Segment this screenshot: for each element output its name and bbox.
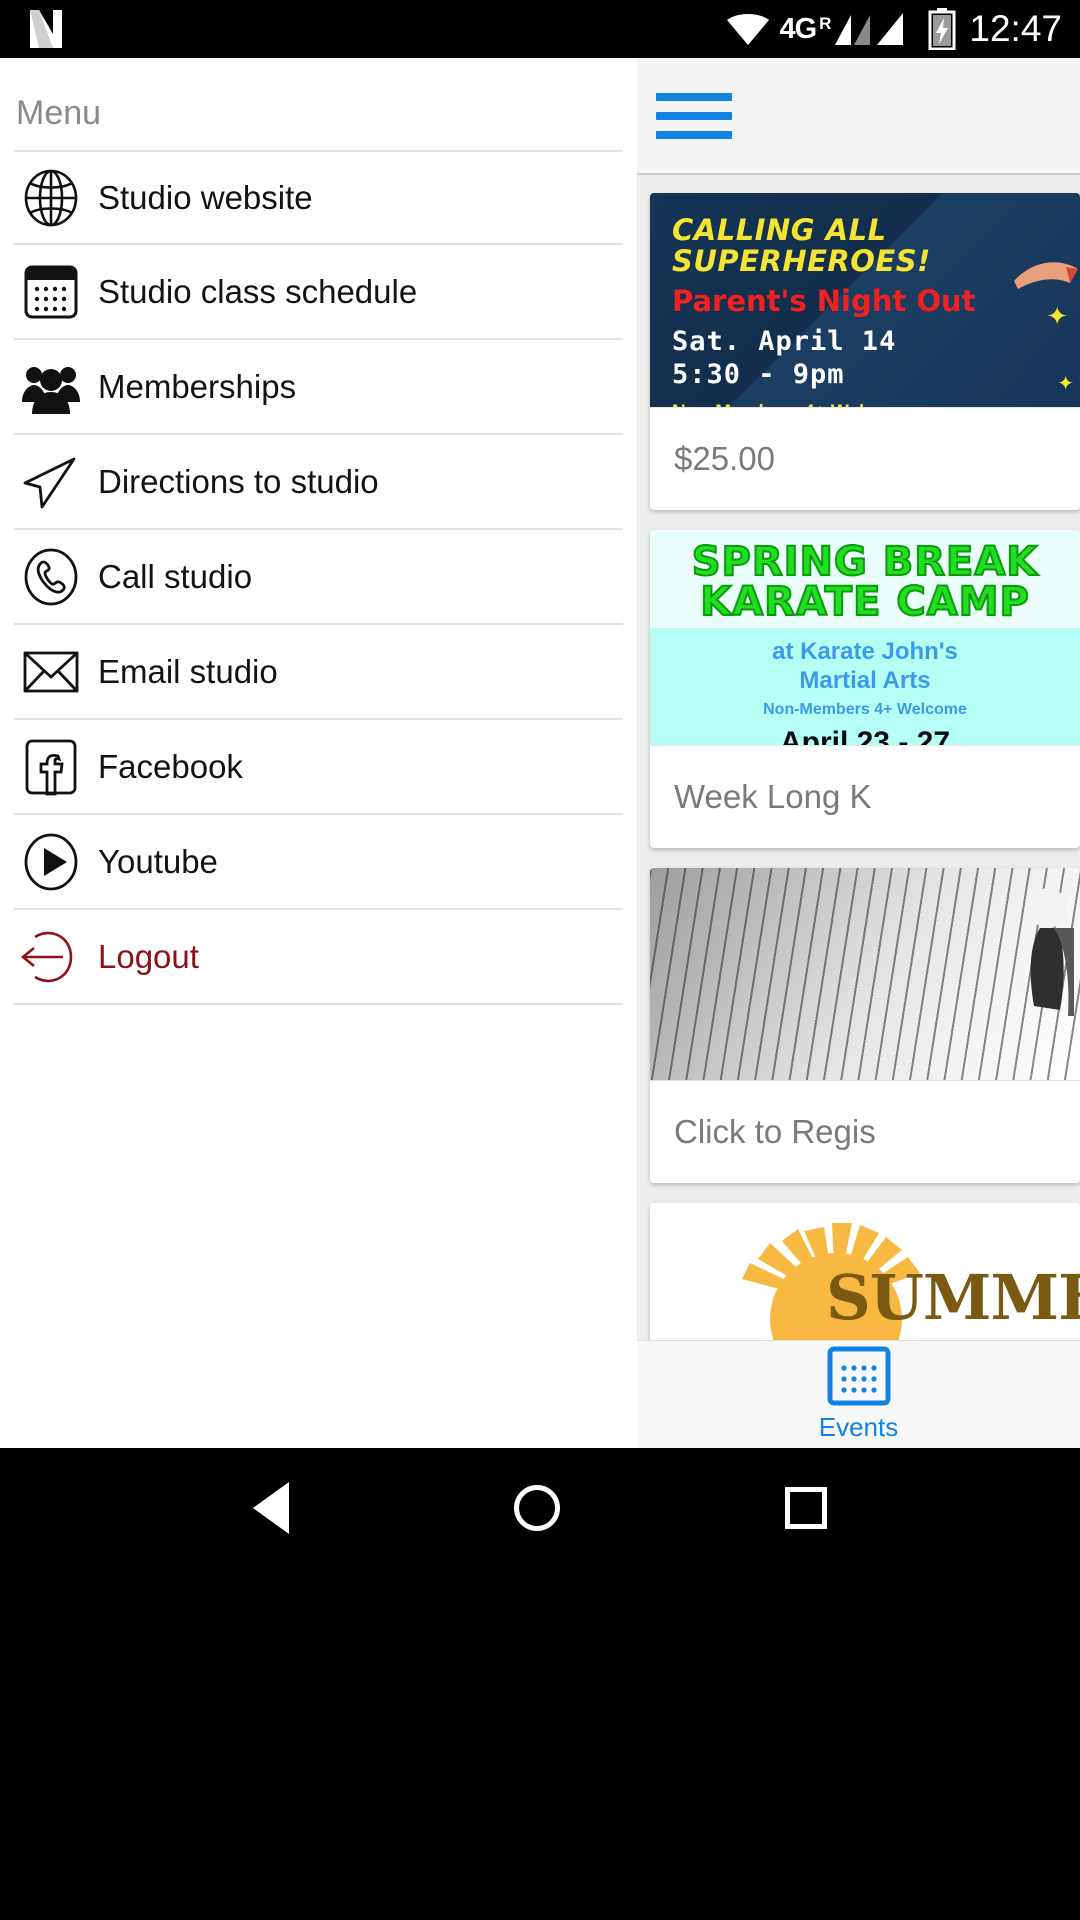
poster-time: 5:30 - 9pm — [672, 358, 845, 390]
navigation-arrow-icon — [14, 453, 88, 511]
event-card-caption: $25.00 — [650, 407, 1080, 510]
drawer-title: Menu — [16, 94, 102, 132]
poster-venue-line1: at Karate John's — [772, 638, 958, 665]
signal-bars-icon — [833, 11, 873, 47]
event-card-list: CALLING ALL SUPERHEROES! Parent's Night … — [637, 175, 1080, 1403]
logout-arrow-icon — [14, 929, 88, 985]
poster-title-line2: KARATE CAMP — [699, 579, 1030, 625]
event-poster — [650, 868, 1080, 1080]
event-card-caption: Week Long K — [650, 745, 1080, 848]
event-card[interactable]: SPRING BREAK KARATE CAMP at Karate John'… — [650, 530, 1080, 848]
events-panel: CALLING ALL SUPERHEROES! Parent's Night … — [637, 58, 1080, 1448]
poster-details-block: at Karate John's Martial Arts Non-Member… — [650, 628, 1080, 745]
event-card[interactable]: CALLING ALL SUPERHEROES! Parent's Night … — [650, 193, 1080, 510]
poster-venue-line2: Martial Arts — [799, 666, 931, 694]
facebook-icon — [14, 738, 88, 796]
sidebar-item-label: Studio website — [98, 178, 313, 216]
play-circle-icon — [14, 833, 88, 891]
event-poster: SPRING BREAK KARATE CAMP at Karate John'… — [650, 530, 1080, 745]
netflix-n-icon — [26, 8, 66, 50]
poster-date: Sat. April 14 — [672, 325, 897, 357]
globe-icon — [14, 169, 88, 227]
poster-note: Non-Members 4+ Welcome — [763, 700, 967, 718]
sidebar-item-label: Studio class schedule — [98, 272, 418, 310]
hamburger-menu-icon[interactable] — [656, 82, 732, 150]
calendar-icon — [827, 1346, 891, 1406]
app-top-bar — [637, 58, 1080, 175]
sidebar-item-label: Facebook — [98, 747, 243, 785]
poster-title-block: SPRING BREAK KARATE CAMP — [650, 530, 1080, 628]
sidebar-item-studio-class-schedule[interactable]: Studio class schedule — [14, 245, 623, 340]
sidebar-item-label: Logout — [98, 937, 199, 975]
poster-heading-line1: CALLING ALL — [672, 213, 887, 247]
sidebar-item-directions-to-studio[interactable]: Directions to studio — [14, 435, 623, 530]
circle-home-icon[interactable] — [513, 1485, 560, 1531]
sparkle-icon-2: ✦ — [1057, 373, 1074, 395]
sidebar-item-youtube[interactable]: Youtube — [14, 815, 623, 910]
wifi-icon — [725, 12, 771, 46]
tab-events[interactable]: Events — [818, 1346, 899, 1443]
battery-charging-icon — [927, 8, 957, 51]
grayscale-wooden-deck-photo — [650, 868, 1080, 1080]
envelope-icon — [14, 647, 88, 697]
bottom-tab-bar: Events — [637, 1340, 1080, 1448]
event-card-caption: Click to Regis — [650, 1080, 1080, 1183]
poster-note: Non-Members 4+ Welcome — [672, 402, 1080, 407]
sidebar-item-label: Directions to studio — [98, 462, 379, 500]
sidebar-item-label: Youtube — [98, 842, 218, 880]
event-poster: CALLING ALL SUPERHEROES! Parent's Night … — [650, 193, 1080, 407]
tab-label: Events — [818, 1412, 899, 1442]
superhero-cape-icon — [1014, 262, 1078, 289]
parents-night-out-poster: CALLING ALL SUPERHEROES! Parent's Night … — [650, 193, 1080, 407]
poster-dates: April 23 - 27 — [779, 725, 951, 745]
person-figure — [1029, 888, 1074, 1016]
phone-screen: 4G R 12:47 CALLING ALL SUPERHEROES! Pare… — [0, 0, 1080, 1920]
network-type-label: 4G — [779, 12, 817, 45]
sidebar-item-memberships[interactable]: Memberships — [14, 340, 623, 435]
drawer-menu-list: Studio website Studio class schedule Mem… — [0, 150, 637, 1005]
sidebar-item-call-studio[interactable]: Call studio — [14, 530, 623, 625]
summer-word: SUMMER — [826, 1261, 1080, 1334]
group-people-icon — [14, 358, 88, 416]
sidebar-item-logout[interactable]: Logout — [14, 910, 623, 1005]
sidebar-item-label: Email studio — [98, 652, 278, 690]
sidebar-item-studio-website[interactable]: Studio website — [14, 150, 623, 245]
square-recents-icon[interactable] — [785, 1487, 828, 1529]
status-icons: 4G R 12:47 — [725, 8, 1080, 51]
spring-break-karate-camp-poster: SPRING BREAK KARATE CAMP at Karate John'… — [650, 530, 1080, 745]
roaming-indicator: R — [819, 14, 832, 33]
calendar-icon — [14, 263, 88, 321]
sparkle-icon: ✦ — [1046, 301, 1068, 331]
navigation-drawer: Menu Studio website Studio class schedul… — [0, 58, 637, 1448]
status-clock: 12:47 — [969, 8, 1062, 49]
sidebar-item-label: Call studio — [98, 557, 253, 595]
sidebar-item-facebook[interactable]: Facebook — [14, 720, 623, 815]
event-card[interactable]: Click to Regis — [650, 868, 1080, 1183]
poster-title-line1: SPRING BREAK — [691, 539, 1039, 585]
triangle-back-icon[interactable] — [252, 1482, 289, 1534]
signal-bars-icon-2 — [875, 11, 915, 47]
status-bar: 4G R 12:47 — [0, 0, 1080, 58]
sidebar-item-label: Memberships — [98, 367, 297, 405]
android-nav-bar — [0, 1448, 1080, 1920]
sidebar-item-email-studio[interactable]: Email studio — [14, 625, 623, 720]
phone-icon — [14, 548, 88, 606]
